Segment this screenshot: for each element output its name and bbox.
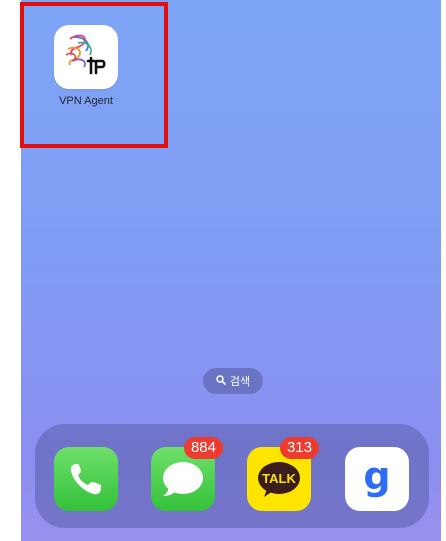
app-label: VPN Agent: [59, 95, 113, 107]
daesang-np-logo-icon: [54, 25, 118, 89]
dock: 884 TALK 313 g: [35, 424, 429, 528]
g-app[interactable]: g: [345, 447, 409, 511]
talk-icon-text: TALK: [262, 471, 296, 486]
search-icon: [216, 374, 226, 388]
home-screen: VPN Agent 검색 884 TALK 313 g: [21, 0, 441, 541]
g-letter-icon: g: [363, 454, 390, 498]
search-button[interactable]: 검색: [203, 368, 263, 394]
messages-app[interactable]: 884: [151, 437, 223, 511]
g-icon-text: g: [363, 454, 390, 498]
search-label: 검색: [229, 375, 251, 388]
kakaotalk-app[interactable]: TALK 313: [247, 437, 319, 511]
phone-icon: [70, 464, 101, 495]
messages-badge: 884: [183, 437, 223, 459]
vpn-agent-app[interactable]: VPN Agent: [53, 25, 119, 107]
kakaotalk-badge: 313: [279, 437, 319, 459]
phone-app[interactable]: [54, 447, 118, 511]
